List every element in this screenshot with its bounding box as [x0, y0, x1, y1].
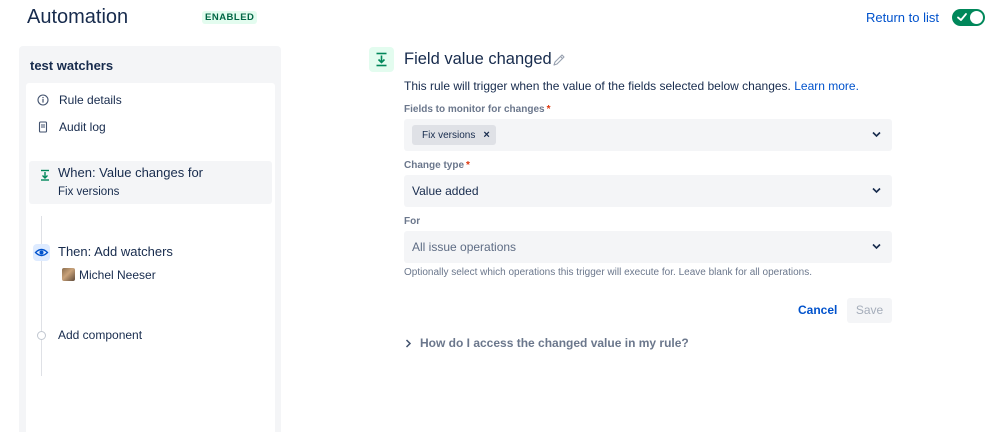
edit-pencil-icon[interactable]: [552, 53, 566, 67]
selected-field-chip: Fix versions ×: [412, 125, 496, 145]
add-component-button[interactable]: Add component: [58, 328, 142, 342]
eye-icon: [33, 244, 50, 261]
change-type-value: Value added: [412, 184, 479, 198]
component-description: This rule will trigger when the value of…: [404, 79, 859, 93]
component-title: Field value changed: [404, 50, 552, 68]
operations-select[interactable]: All issue operations: [404, 231, 892, 263]
chevron-down-icon: [872, 131, 881, 138]
chevron-down-icon: [872, 187, 881, 194]
action-user: Michel Neeser: [79, 268, 156, 282]
change-type-label-text: Change type: [404, 160, 465, 171]
remove-chip-icon[interactable]: ×: [483, 129, 489, 141]
info-icon: [37, 94, 49, 106]
chevron-down-icon: [872, 243, 881, 250]
fields-select[interactable]: Fix versions ×: [404, 119, 892, 151]
required-marker: *: [546, 104, 551, 115]
chevron-right-icon: [405, 338, 412, 348]
field-trigger-icon: [41, 169, 49, 181]
document-icon: [38, 121, 48, 133]
chip-label: Fix versions: [422, 129, 476, 141]
description-text: This rule will trigger when the value of…: [404, 79, 791, 93]
page-title: Automation: [27, 6, 129, 28]
trigger-title: When: Value changes for: [58, 165, 204, 180]
toggle-knob: [970, 11, 983, 24]
operations-placeholder: All issue operations: [412, 240, 517, 254]
sidebar-item-rule-details[interactable]: Rule details: [37, 93, 122, 107]
trigger-subtitle: Fix versions: [58, 186, 120, 198]
fields-label-text: Fields to monitor for changes: [404, 104, 545, 115]
rule-components-panel: Rule details Audit log When: Value chang…: [26, 83, 275, 432]
required-marker: *: [466, 160, 470, 171]
action-title[interactable]: Then: Add watchers: [58, 244, 173, 259]
status-badge: ENABLED: [202, 11, 258, 24]
operations-help-text: Optionally select which operations this …: [404, 267, 812, 278]
check-icon: [957, 13, 967, 21]
save-button[interactable]: Save: [847, 298, 892, 323]
return-to-list-link[interactable]: Return to list: [866, 10, 939, 25]
add-component-dot: [37, 331, 46, 340]
field-trigger-icon: [369, 47, 394, 72]
trigger-component[interactable]: When: Value changes for Fix versions: [29, 161, 272, 204]
for-label: For: [404, 216, 420, 227]
change-type-select[interactable]: Value added: [404, 175, 892, 207]
rule-enabled-toggle[interactable]: [952, 9, 985, 26]
faq-label: How do I access the changed value in my …: [420, 336, 689, 350]
sidebar-item-audit-log[interactable]: Audit log: [37, 120, 106, 134]
cancel-button[interactable]: Cancel: [790, 298, 845, 323]
rule-name: test watchers: [30, 58, 114, 73]
avatar: [62, 268, 75, 281]
flow-connector: [41, 216, 42, 376]
for-label-text: For: [404, 216, 421, 227]
fields-label: Fields to monitor for changes *: [404, 104, 550, 115]
learn-more-link[interactable]: Learn more.: [794, 79, 859, 93]
sidebar-item-label: Audit log: [59, 120, 106, 134]
sidebar-item-label: Rule details: [59, 93, 122, 107]
rule-sidebar: test watchers Rule details Audit log Whe…: [19, 46, 281, 432]
change-type-label: Change type *: [404, 160, 470, 171]
faq-expander[interactable]: How do I access the changed value in my …: [405, 336, 689, 350]
